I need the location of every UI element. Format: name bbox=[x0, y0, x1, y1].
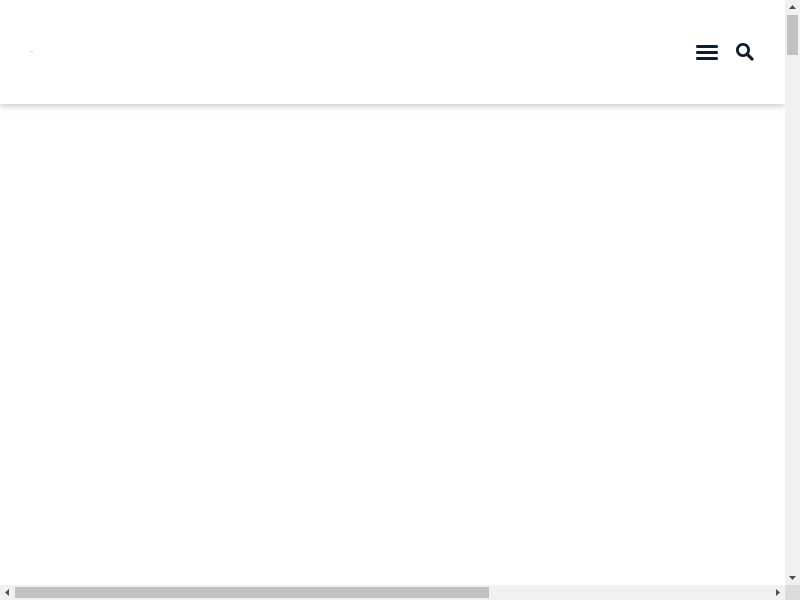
search-button[interactable] bbox=[735, 42, 755, 62]
site-header bbox=[0, 0, 785, 104]
hamburger-menu-icon bbox=[696, 45, 718, 48]
search-icon bbox=[736, 43, 754, 61]
scroll-up-arrow-icon[interactable] bbox=[785, 0, 800, 15]
scroll-right-arrow-icon[interactable] bbox=[770, 585, 785, 600]
horizontal-scrollbar[interactable] bbox=[0, 585, 785, 600]
vertical-scrollbar-thumb[interactable] bbox=[787, 15, 798, 55]
site-logo[interactable] bbox=[30, 51, 33, 52]
page-viewport bbox=[0, 0, 785, 585]
scroll-left-arrow-icon[interactable] bbox=[0, 585, 15, 600]
main-content bbox=[0, 104, 785, 585]
scroll-down-arrow-icon[interactable] bbox=[785, 570, 800, 585]
horizontal-scrollbar-thumb[interactable] bbox=[15, 587, 489, 598]
hamburger-menu-button[interactable] bbox=[694, 42, 720, 64]
scrollbar-corner bbox=[785, 585, 800, 600]
vertical-scrollbar[interactable] bbox=[785, 0, 800, 585]
